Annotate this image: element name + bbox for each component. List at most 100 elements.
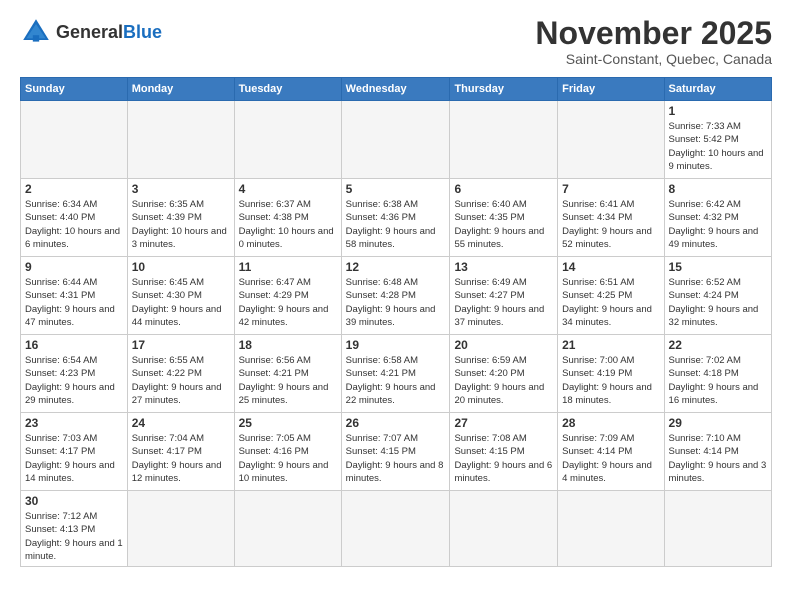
day-info: Sunrise: 7:12 AM Sunset: 4:13 PM Dayligh… xyxy=(25,510,123,563)
calendar-cell: 28 Sunrise: 7:09 AM Sunset: 4:14 PM Dayli… xyxy=(558,413,664,491)
day-info: Sunrise: 7:07 AM Sunset: 4:15 PM Dayligh… xyxy=(346,432,446,485)
calendar-cell: 1 Sunrise: 7:33 AM Sunset: 5:42 PM Daylig… xyxy=(664,101,771,179)
day-number: 6 xyxy=(454,182,553,196)
day-info: Sunrise: 6:37 AM Sunset: 4:38 PM Dayligh… xyxy=(239,198,337,251)
calendar-cell: 19Sunrise: 6:58 AM Sunset: 4:21 PM Dayli… xyxy=(341,335,450,413)
calendar-cell xyxy=(664,491,771,567)
day-info: Sunrise: 6:54 AM Sunset: 4:23 PM Dayligh… xyxy=(25,354,123,407)
day-number: 29 xyxy=(669,416,767,430)
day-number: 25 xyxy=(239,416,337,430)
day-number: 18 xyxy=(239,338,337,352)
calendar-cell: 4Sunrise: 6:37 AM Sunset: 4:38 PM Daylig… xyxy=(234,179,341,257)
day-info: Sunrise: 7:04 AM Sunset: 4:17 PM Dayligh… xyxy=(132,432,230,485)
day-number: 20 xyxy=(454,338,553,352)
calendar-cell: 29 Sunrise: 7:10 AM Sunset: 4:14 PM Dayli… xyxy=(664,413,771,491)
day-info: Sunrise: 6:45 AM Sunset: 4:30 PM Dayligh… xyxy=(132,276,230,329)
day-info: Sunrise: 6:41 AM Sunset: 4:34 PM Dayligh… xyxy=(562,198,659,251)
calendar-cell xyxy=(127,101,234,179)
calendar-week-1: 1 Sunrise: 7:33 AM Sunset: 5:42 PM Daylig… xyxy=(21,101,772,179)
day-number: 8 xyxy=(669,182,767,196)
calendar-cell: 25Sunrise: 7:05 AM Sunset: 4:16 PM Dayli… xyxy=(234,413,341,491)
calendar-cell: 14Sunrise: 6:51 AM Sunset: 4:25 PM Dayli… xyxy=(558,257,664,335)
calendar-cell: 11Sunrise: 6:47 AM Sunset: 4:29 PM Dayli… xyxy=(234,257,341,335)
title-block: November 2025 Saint-Constant, Quebec, Ca… xyxy=(535,16,772,67)
calendar-cell: 12Sunrise: 6:48 AM Sunset: 4:28 PM Dayli… xyxy=(341,257,450,335)
col-sunday: Sunday xyxy=(21,78,128,101)
calendar-cell xyxy=(450,101,558,179)
calendar-cell: 7 Sunrise: 6:41 AM Sunset: 4:34 PM Daylig… xyxy=(558,179,664,257)
calendar-cell: 10 Sunrise: 6:45 AM Sunset: 4:30 PM Dayli… xyxy=(127,257,234,335)
col-wednesday: Wednesday xyxy=(341,78,450,101)
calendar-cell: 8 Sunrise: 6:42 AM Sunset: 4:32 PM Daylig… xyxy=(664,179,771,257)
page: GeneralBlue November 2025 Saint-Constant… xyxy=(0,0,792,612)
day-info: Sunrise: 6:52 AM Sunset: 4:24 PM Dayligh… xyxy=(669,276,767,329)
calendar-cell: 17Sunrise: 6:55 AM Sunset: 4:22 PM Dayli… xyxy=(127,335,234,413)
day-info: Sunrise: 7:10 AM Sunset: 4:14 PM Dayligh… xyxy=(669,432,767,485)
day-info: Sunrise: 7:03 AM Sunset: 4:17 PM Dayligh… xyxy=(25,432,123,485)
col-tuesday: Tuesday xyxy=(234,78,341,101)
day-info: Sunrise: 7:09 AM Sunset: 4:14 PM Dayligh… xyxy=(562,432,659,485)
day-info: Sunrise: 7:00 AM Sunset: 4:19 PM Dayligh… xyxy=(562,354,659,407)
calendar-cell: 21 Sunrise: 7:00 AM Sunset: 4:19 PM Dayli… xyxy=(558,335,664,413)
calendar-cell: 27Sunrise: 7:08 AM Sunset: 4:15 PM Dayli… xyxy=(450,413,558,491)
day-number: 16 xyxy=(25,338,123,352)
calendar-cell: 15 Sunrise: 6:52 AM Sunset: 4:24 PM Dayli… xyxy=(664,257,771,335)
day-info: Sunrise: 7:33 AM Sunset: 5:42 PM Dayligh… xyxy=(669,120,767,173)
day-number: 30 xyxy=(25,494,123,508)
calendar-cell: 26 Sunrise: 7:07 AM Sunset: 4:15 PM Dayli… xyxy=(341,413,450,491)
calendar-cell: 22 Sunrise: 7:02 AM Sunset: 4:18 PM Dayli… xyxy=(664,335,771,413)
calendar-cell xyxy=(234,101,341,179)
day-number: 15 xyxy=(669,260,767,274)
calendar-cell: 18 Sunrise: 6:56 AM Sunset: 4:21 PM Dayli… xyxy=(234,335,341,413)
day-number: 11 xyxy=(239,260,337,274)
calendar-cell: 20 Sunrise: 6:59 AM Sunset: 4:20 PM Dayli… xyxy=(450,335,558,413)
calendar-cell xyxy=(450,491,558,567)
day-number: 27 xyxy=(454,416,553,430)
header: GeneralBlue November 2025 Saint-Constant… xyxy=(20,16,772,67)
col-monday: Monday xyxy=(127,78,234,101)
calendar-cell xyxy=(234,491,341,567)
calendar-cell xyxy=(21,101,128,179)
calendar-header-row: Sunday Monday Tuesday Wednesday Thursday… xyxy=(21,78,772,101)
calendar-cell: 13 Sunrise: 6:49 AM Sunset: 4:27 PM Dayli… xyxy=(450,257,558,335)
day-info: Sunrise: 6:59 AM Sunset: 4:20 PM Dayligh… xyxy=(454,354,553,407)
calendar-cell xyxy=(341,101,450,179)
calendar-cell: 16 Sunrise: 6:54 AM Sunset: 4:23 PM Dayli… xyxy=(21,335,128,413)
day-number: 7 xyxy=(562,182,659,196)
day-number: 10 xyxy=(132,260,230,274)
day-number: 22 xyxy=(669,338,767,352)
day-number: 12 xyxy=(346,260,446,274)
day-info: Sunrise: 6:44 AM Sunset: 4:31 PM Dayligh… xyxy=(25,276,123,329)
day-info: Sunrise: 7:02 AM Sunset: 4:18 PM Dayligh… xyxy=(669,354,767,407)
day-number: 1 xyxy=(669,104,767,118)
calendar-cell xyxy=(127,491,234,567)
day-number: 21 xyxy=(562,338,659,352)
calendar-cell xyxy=(558,101,664,179)
calendar-cell: 6Sunrise: 6:40 AM Sunset: 4:35 PM Daylig… xyxy=(450,179,558,257)
col-friday: Friday xyxy=(558,78,664,101)
day-info: Sunrise: 6:56 AM Sunset: 4:21 PM Dayligh… xyxy=(239,354,337,407)
logo-icon xyxy=(20,16,52,48)
calendar-week-6: 30 Sunrise: 7:12 AM Sunset: 4:13 PM Dayli… xyxy=(21,491,772,567)
day-number: 24 xyxy=(132,416,230,430)
logo: GeneralBlue xyxy=(20,16,162,48)
day-number: 19 xyxy=(346,338,446,352)
logo-text: GeneralBlue xyxy=(56,23,162,41)
day-number: 23 xyxy=(25,416,123,430)
col-thursday: Thursday xyxy=(450,78,558,101)
day-info: Sunrise: 6:35 AM Sunset: 4:39 PM Dayligh… xyxy=(132,198,230,251)
day-info: Sunrise: 6:42 AM Sunset: 4:32 PM Dayligh… xyxy=(669,198,767,251)
calendar-cell: 2Sunrise: 6:34 AM Sunset: 4:40 PM Daylig… xyxy=(21,179,128,257)
day-info: Sunrise: 6:34 AM Sunset: 4:40 PM Dayligh… xyxy=(25,198,123,251)
day-number: 13 xyxy=(454,260,553,274)
col-saturday: Saturday xyxy=(664,78,771,101)
calendar-cell: 23 Sunrise: 7:03 AM Sunset: 4:17 PM Dayli… xyxy=(21,413,128,491)
day-info: Sunrise: 6:38 AM Sunset: 4:36 PM Dayligh… xyxy=(346,198,446,251)
day-info: Sunrise: 6:55 AM Sunset: 4:22 PM Dayligh… xyxy=(132,354,230,407)
day-info: Sunrise: 6:49 AM Sunset: 4:27 PM Dayligh… xyxy=(454,276,553,329)
day-number: 28 xyxy=(562,416,659,430)
calendar-cell xyxy=(558,491,664,567)
day-number: 5 xyxy=(346,182,446,196)
day-number: 26 xyxy=(346,416,446,430)
calendar-week-4: 16 Sunrise: 6:54 AM Sunset: 4:23 PM Dayli… xyxy=(21,335,772,413)
